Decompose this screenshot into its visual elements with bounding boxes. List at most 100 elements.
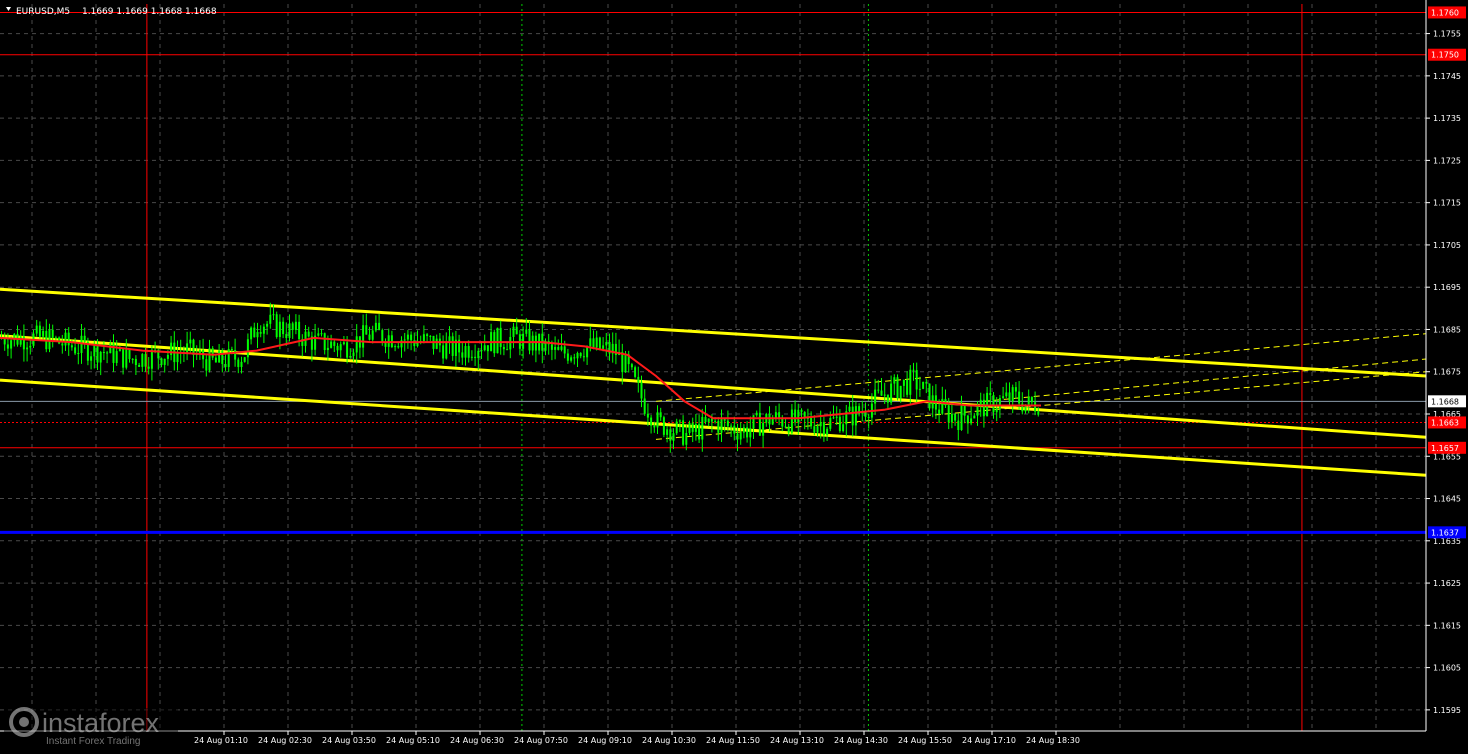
- candle-body: [262, 326, 265, 334]
- candle-body: [781, 418, 784, 427]
- candle-body: [720, 419, 723, 433]
- candle-body: [269, 314, 272, 324]
- x-tick-label: 24 Aug 03:50: [322, 736, 376, 745]
- candle-body: [675, 421, 678, 434]
- candle-body: [813, 426, 816, 433]
- candle-body: [621, 351, 624, 373]
- candle-body: [102, 351, 105, 353]
- candle-body: [64, 332, 67, 346]
- candle-body: [982, 399, 985, 417]
- candle-body: [246, 339, 249, 358]
- candle-body: [467, 346, 470, 358]
- candle-body: [381, 330, 384, 342]
- candle-body: [362, 325, 365, 348]
- y-tick-label: 1.1685: [1433, 325, 1461, 334]
- x-tick-label: 24 Aug 07:50: [514, 736, 568, 745]
- candle-body: [208, 348, 211, 371]
- candle-body: [333, 341, 336, 346]
- candle-body: [784, 426, 787, 428]
- candle-body: [35, 325, 38, 334]
- candle-body: [602, 345, 605, 349]
- candle-body: [499, 327, 502, 347]
- candle-body: [48, 329, 51, 350]
- candle-body: [1027, 397, 1030, 405]
- candle-body: [851, 406, 854, 426]
- x-tick-label: 24 Aug 10:30: [642, 736, 696, 745]
- candle-body: [1014, 387, 1017, 392]
- candle-body: [349, 356, 352, 358]
- candle-body: [749, 428, 752, 438]
- candle-body: [643, 398, 646, 414]
- candle-body: [61, 343, 64, 346]
- candle-body: [54, 337, 57, 339]
- candle-body: [125, 349, 128, 368]
- candle-body: [694, 424, 697, 432]
- current-price-label: 1.1668: [1431, 397, 1459, 406]
- y-tick-label: 1.1645: [1433, 495, 1461, 504]
- candle-body: [365, 325, 368, 335]
- candle-body: [842, 424, 845, 432]
- candle-body: [650, 417, 653, 426]
- candle-body: [570, 357, 573, 361]
- candle-body: [326, 347, 329, 351]
- candle-body: [864, 412, 867, 417]
- candle-body: [368, 334, 371, 340]
- candle-body: [214, 357, 217, 363]
- x-tick-label: 24 Aug 13:10: [770, 736, 824, 745]
- candle-body: [950, 414, 953, 423]
- candle-body: [106, 352, 109, 354]
- candle-body: [726, 420, 729, 427]
- candle-body: [74, 347, 77, 354]
- candle-body: [810, 417, 813, 427]
- x-tick-label: 24 Aug 17:10: [962, 736, 1016, 745]
- chart-canvas[interactable]: 1.15951.16051.16151.16251.16351.16451.16…: [0, 0, 1468, 750]
- candle-body: [480, 350, 483, 352]
- candle-body: [294, 321, 297, 330]
- candle-body: [995, 408, 998, 413]
- candle-body: [352, 352, 355, 357]
- candle-body: [1030, 397, 1033, 403]
- candle-body: [902, 379, 905, 386]
- candle-body: [595, 337, 598, 348]
- candle-body: [605, 342, 608, 346]
- chart-header: EURUSD,M5 1.1669 1.1669 1.1668 1.1668: [6, 7, 217, 17]
- candle-body: [134, 358, 137, 365]
- candle-body: [109, 343, 112, 354]
- y-tick-label: 1.1615: [1433, 621, 1461, 630]
- candle-body: [371, 330, 374, 340]
- candle-body: [320, 333, 323, 335]
- candle-body: [970, 418, 973, 424]
- candle-body: [928, 383, 931, 409]
- candle-body: [406, 334, 409, 340]
- candle-body: [762, 422, 765, 436]
- candle-body: [554, 346, 557, 350]
- candle-body: [1034, 402, 1037, 412]
- candle-body: [224, 364, 227, 368]
- candle-body: [717, 420, 720, 433]
- candle-body: [221, 350, 224, 365]
- ohlc-label: 1.1669 1.1669 1.1668 1.1668: [82, 7, 217, 17]
- candle-body: [730, 425, 733, 427]
- candle-body: [496, 327, 499, 354]
- y-tick-label: 1.1735: [1433, 114, 1461, 123]
- candle-body: [557, 346, 560, 350]
- candle-body: [282, 321, 285, 335]
- candle-body: [131, 358, 134, 360]
- candle-body: [272, 314, 275, 316]
- price-chart[interactable]: 1.1595 1.1605 1.1615 1.1625 1.1635 1.1645 1.16…: [0, 0, 1468, 750]
- candle-body: [758, 412, 761, 436]
- candle-body: [42, 330, 45, 337]
- candle-body: [336, 345, 339, 351]
- candle-body: [26, 347, 29, 350]
- level-label-1.1760: 1.1760: [1431, 8, 1459, 17]
- candle-body: [1005, 392, 1008, 397]
- candle-body: [646, 413, 649, 418]
- candle-body: [67, 332, 70, 346]
- candle-body: [560, 346, 563, 350]
- candle-body: [442, 345, 445, 359]
- candle-body: [144, 354, 147, 367]
- y-tick-label: 1.1595: [1433, 706, 1461, 715]
- candle-body: [266, 323, 269, 327]
- candle-body: [653, 425, 656, 428]
- candle-body: [707, 418, 710, 422]
